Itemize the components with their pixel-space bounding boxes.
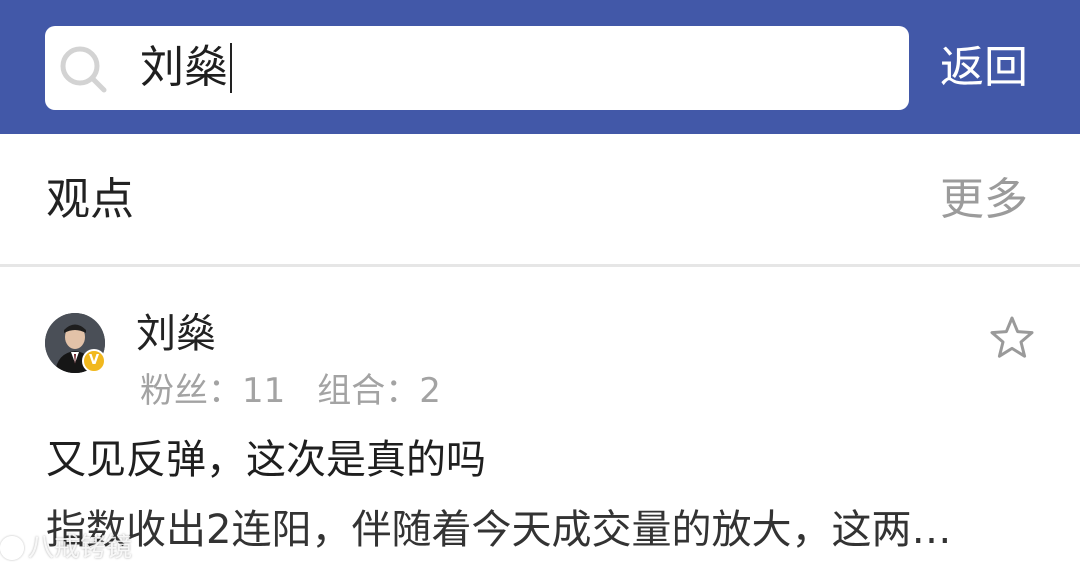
followers-label: 粉丝： [140, 371, 242, 411]
search-header: 刘燊 返回 [0, 0, 1080, 134]
followers-count: 11 [242, 371, 286, 411]
search-input[interactable]: 刘燊 [140, 36, 232, 100]
watermark-logo-icon [0, 536, 24, 560]
post-summary[interactable]: 指数收出2连阳，伴随着今天成交量的放大，这两… [46, 502, 1046, 558]
text-caret [230, 43, 232, 93]
search-icon [60, 46, 107, 93]
author-name[interactable]: 刘燊 [136, 308, 216, 360]
search-results-page: 刘燊 返回 观点 更多 V 刘燊 粉丝：11 组合：2 又见反弹，这次是真的吗 指… [0, 0, 1080, 569]
search-input-value: 刘燊 [140, 42, 228, 93]
star-outline-icon[interactable] [988, 314, 1036, 362]
post-title[interactable]: 又见反弹，这次是真的吗 [46, 432, 486, 488]
watermark: 八戒铐镜 [0, 530, 132, 566]
back-button[interactable]: 返回 [940, 36, 1028, 100]
groups-label: 组合： [317, 371, 420, 411]
section-title: 观点 [46, 174, 134, 225]
watermark-text: 八戒铐镜 [28, 533, 133, 563]
more-button[interactable]: 更多 [940, 170, 1028, 230]
verified-badge-icon: V [82, 349, 106, 373]
groups-count: 2 [419, 371, 441, 411]
section-divider [0, 264, 1080, 267]
author-stats: 粉丝：11 组合：2 [140, 368, 441, 414]
